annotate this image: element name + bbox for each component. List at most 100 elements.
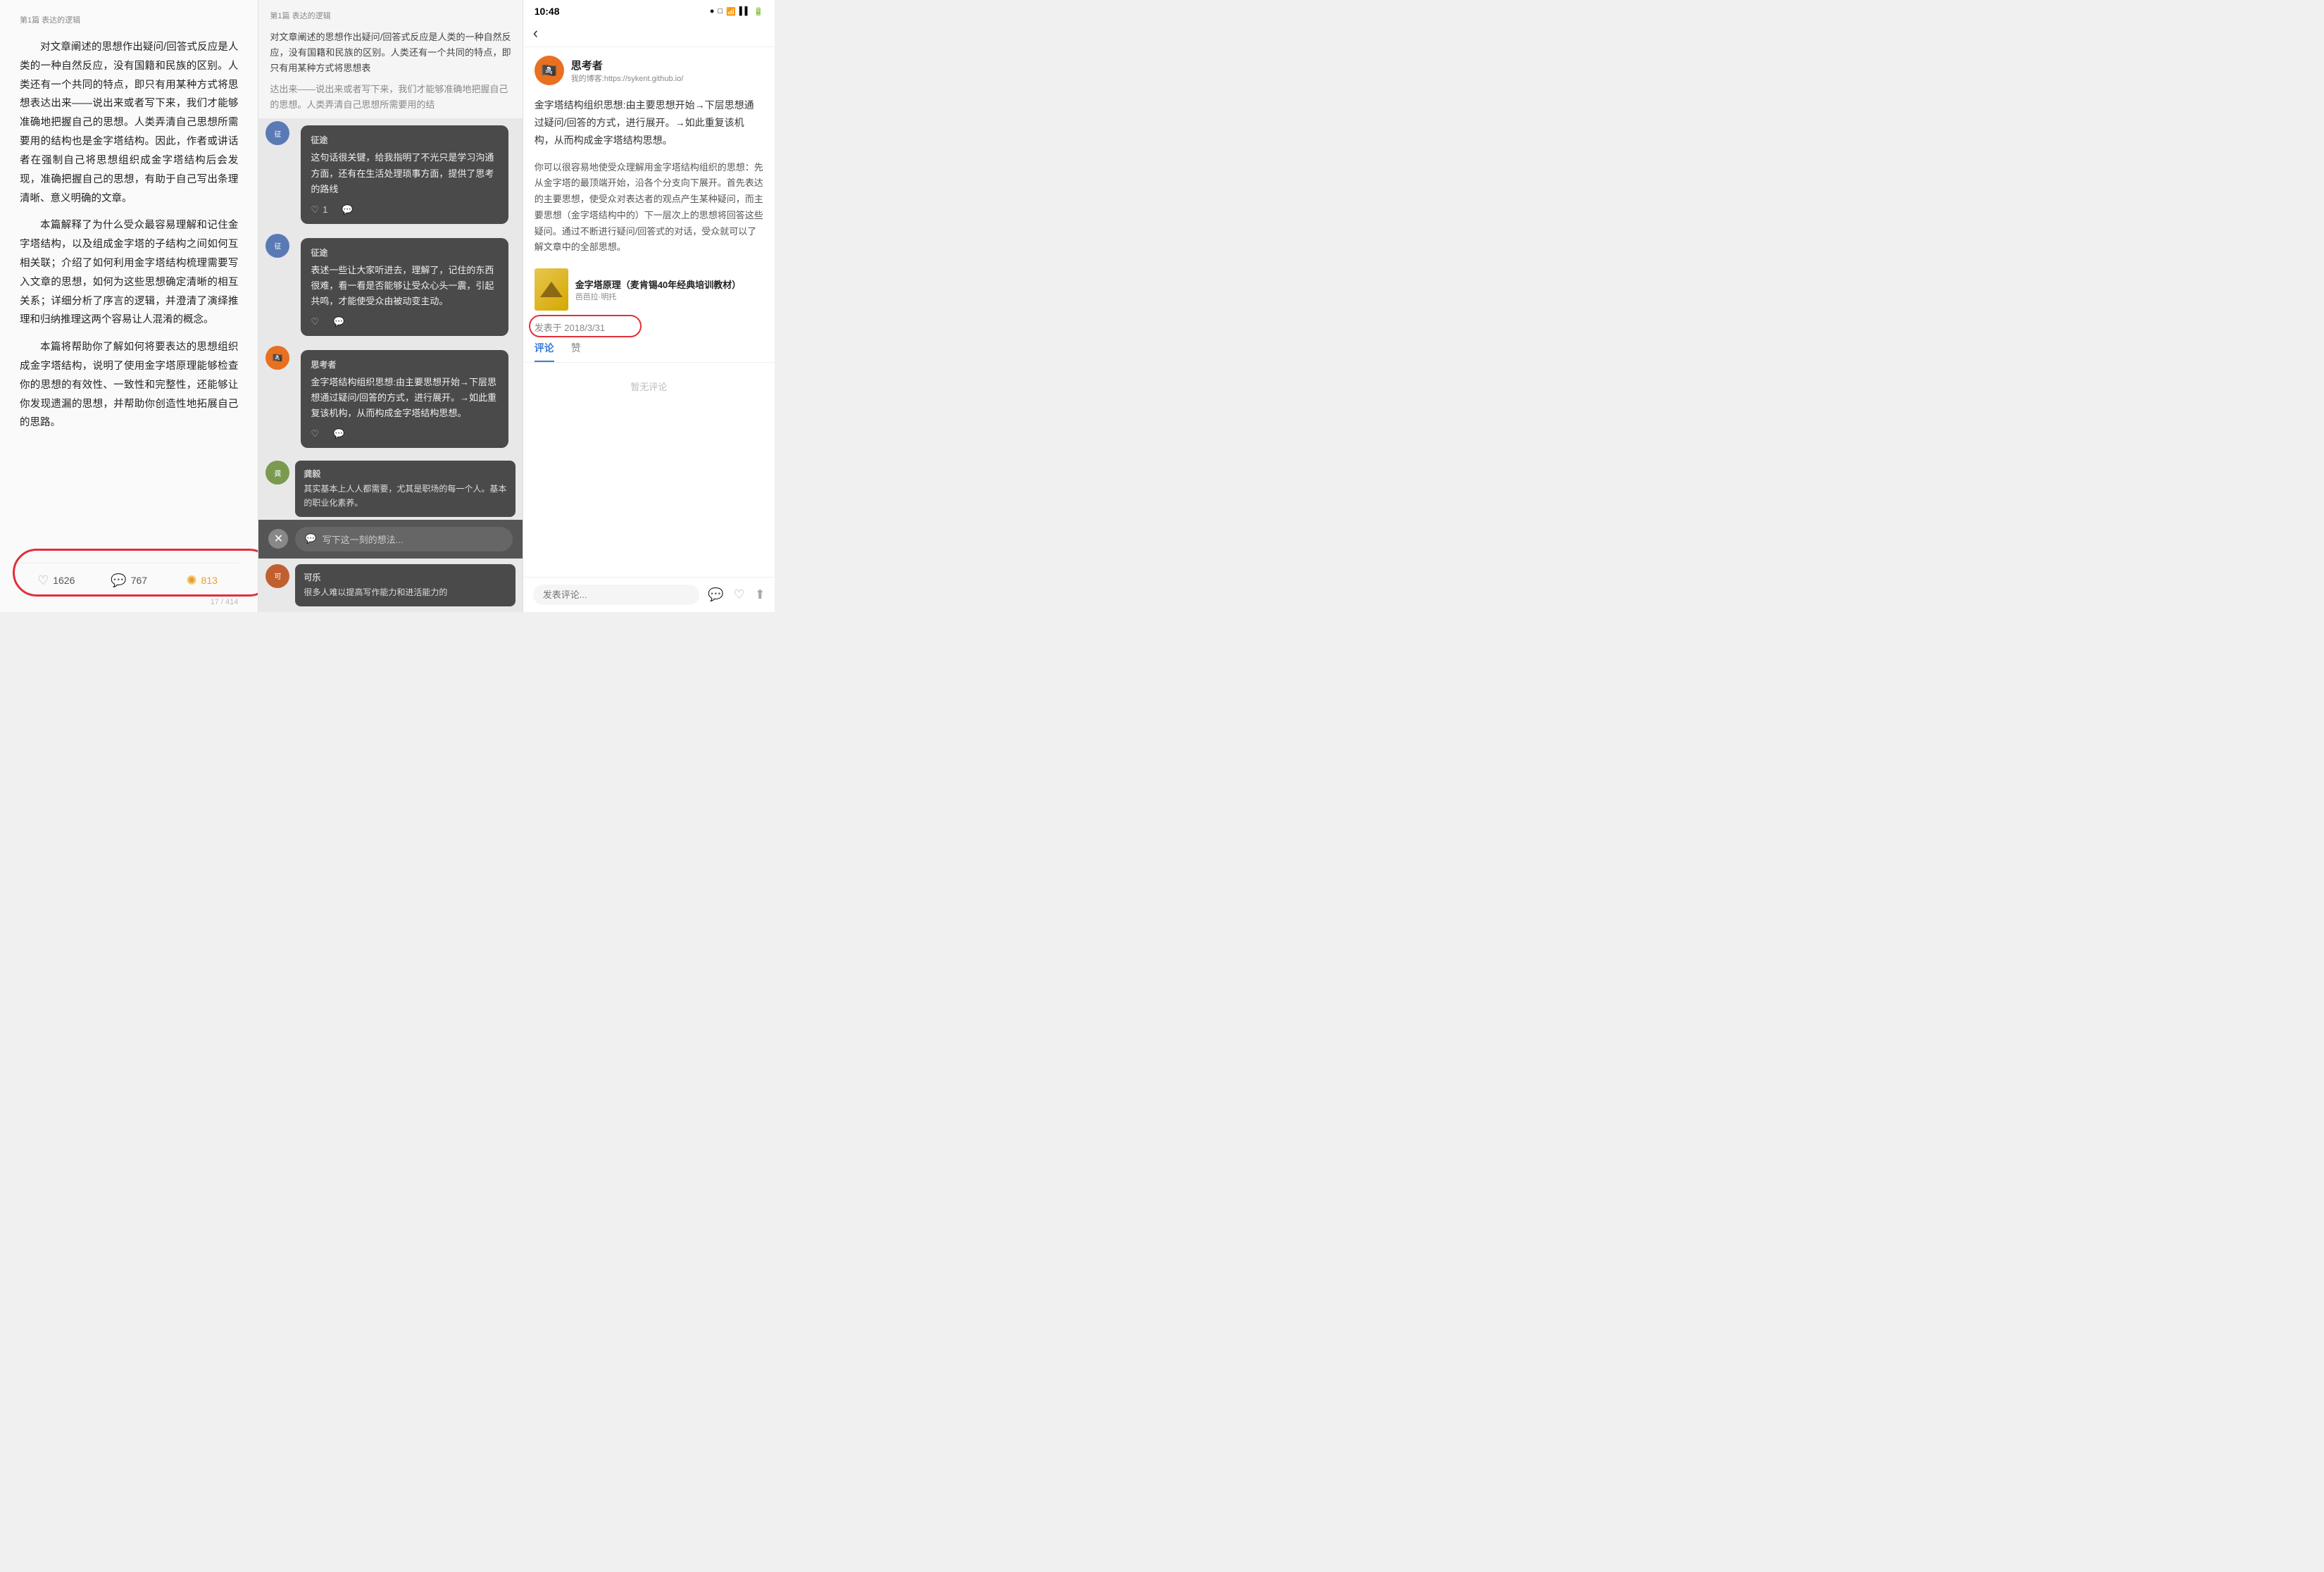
avatar-bottom: 龚 <box>265 461 289 485</box>
comment-actions-2: ♡ 💬 <box>311 316 498 328</box>
action-icons: 💬 ♡ ⬆ <box>708 587 766 602</box>
input-placeholder: 写下这一刻的想法... <box>323 532 404 546</box>
author-info: 思考者 我的博客:https://sykent.github.io/ <box>571 58 684 84</box>
left-panel: 第1篇 表达的逻辑 对文章阐述的思想作出疑问/回答式反应是人类的一种自然反应，没… <box>0 0 258 612</box>
comment-input[interactable] <box>533 585 699 605</box>
comment-actions-3: ♡ 💬 <box>311 428 498 439</box>
comment-card-2[interactable]: 征途 表述一些让大家听进去，理解了，记住的东西很难，看一看是否能够让受众心头一震… <box>301 238 508 336</box>
avatar-kele: 可 <box>265 564 289 588</box>
bottom-comment-author: 龚毅 <box>304 468 506 480</box>
right-sub-text: 你可以很容易地使受众理解用金字塔结构组织的思想：先从金字塔的最顶端开始，沿各个分… <box>535 162 763 253</box>
close-button[interactable]: ✕ <box>268 529 288 549</box>
status-time: 10:48 <box>535 6 560 17</box>
like-action-2[interactable]: ♡ <box>311 316 319 328</box>
heart-action-icon[interactable]: ♡ <box>733 587 744 602</box>
comment-item-2: 征 征途 表述一些让大家听进去，理解了，记住的东西很难，看一看是否能够让受众心头… <box>258 231 522 343</box>
author-blog: 我的博客:https://sykent.github.io/ <box>571 73 684 84</box>
comment-text-3: 金字塔结构组织思想:由主要思想开始→下层思想通过疑问/回答的方式，进行展开。→如… <box>311 375 498 421</box>
signal-icon: ▌▌ <box>739 7 751 15</box>
share-icon: ✺ <box>186 573 196 588</box>
author-name: 思考者 <box>571 58 684 73</box>
share-action-icon[interactable]: ⬆ <box>755 587 766 602</box>
content-tabs: 评论 赞 <box>523 338 775 363</box>
bottom-comment-2-text: 很多人难以提高写作能力和进活能力的 <box>304 586 506 599</box>
comment-card-3[interactable]: 思考者 金字塔结构组织思想:由主要思想开始→下层思想通过疑问/回答的方式，进行展… <box>301 350 508 448</box>
right-panel: 10:48 ● □ 📶 ▌▌ 🔋 ‹ 🏴‍☠️ 思考者 我的博客:https:/… <box>523 0 775 612</box>
right-main-text: 金字塔结构组织思想:由主要思想开始→下层思想通过疑问/回答的方式，进行展开。→如… <box>535 99 754 146</box>
like-count-1: 1 <box>323 204 327 215</box>
reply-icon-1: 💬 <box>342 204 353 216</box>
comment-author-3: 思考者 <box>311 358 498 370</box>
author-section: 🏴‍☠️ 思考者 我的博客:https://sykent.github.io/ <box>523 47 775 91</box>
bottom-comment-2-section: 可 可乐 很多人难以提高写作能力和进活能力的 <box>258 559 522 612</box>
comment-author-2: 征途 <box>311 247 498 258</box>
comment-item-3: 🏴‍☠️ 思考者 金字塔结构组织思想:由主要思想开始→下层思想通过疑问/回答的方… <box>258 343 522 455</box>
comments-section[interactable]: 💬 767 <box>92 573 165 588</box>
middle-original-text-2: 达出来——说出来或者写下来，我们才能够准确地把握自己的思想。人类弄清自己思想所需… <box>258 82 522 118</box>
left-content: 对文章阐述的思想作出疑问/回答式反应是人类的一种自然反应，没有国籍和民族的区别。… <box>20 38 238 563</box>
comment-input-bar: 💬 ♡ ⬆ <box>523 577 775 612</box>
comment-input-area[interactable]: 💬 写下这一刻的想法... <box>295 527 512 551</box>
comment-author-1: 征途 <box>311 134 498 146</box>
comment-text-2: 表述一些让大家听进去，理解了，记住的东西很难，看一看是否能够让受众心头一震，引起… <box>311 263 498 309</box>
book-section[interactable]: 金字塔原理（麦肯锡40年经典培训教材） 芭芭拉·明托 <box>523 263 775 316</box>
reply-action-1[interactable]: 💬 <box>342 204 353 216</box>
avatar-3: 🏴‍☠️ <box>265 346 289 370</box>
bottom-comment-2-author: 可乐 <box>304 571 506 583</box>
right-main-content: 金字塔结构组织思想:由主要思想开始→下层思想通过疑问/回答的方式，进行展开。→如… <box>523 91 775 156</box>
comment-actions-1: ♡ 1 💬 <box>311 204 498 216</box>
no-comment-text: 暂无评论 <box>523 363 775 410</box>
comment-list: 征 征途 这句话很关键，给我指明了不光只是学习沟通方面，还有在生活处理琐事方面，… <box>258 118 522 611</box>
bottom-comment-2-bubble[interactable]: 可乐 很多人难以提高写作能力和进活能力的 <box>295 564 515 606</box>
publish-date: 发表于 2018/3/31 <box>535 323 605 333</box>
right-sub-content: 你可以很容易地使受众理解用金字塔结构组织的思想：先从金字塔的最顶端开始，沿各个分… <box>523 156 775 263</box>
reply-action-3[interactable]: 💬 <box>333 428 344 439</box>
notification-icon: ● <box>710 7 715 15</box>
status-bar: 10:48 ● □ 📶 ▌▌ 🔋 <box>523 0 775 20</box>
paragraph-3: 本篇将帮助你了解如何将要表达的思想组织成金字塔结构，说明了使用金字塔原理能够检查… <box>20 338 238 432</box>
shares-count: 813 <box>201 575 218 586</box>
back-button[interactable]: ‹ <box>533 24 538 42</box>
battery-icon: □ <box>718 7 723 15</box>
middle-breadcrumb: 第1篇 表达的逻辑 <box>258 0 522 21</box>
middle-original-text-1: 对文章阐述的思想作出疑问/回答式反应是人类的一种自然反应，没有国籍和民族的区别。… <box>258 21 522 82</box>
comment-item-1: 征 征途 这句话很关键，给我指明了不光只是学习沟通方面，还有在生活处理琐事方面，… <box>258 118 522 230</box>
likes-count: 1626 <box>53 575 75 586</box>
heart-icon-1: ♡ <box>311 204 319 216</box>
comment-action-icon[interactable]: 💬 <box>708 587 723 602</box>
battery-full-icon: 🔋 <box>754 7 763 16</box>
chat-icon: 💬 <box>305 533 316 544</box>
avatar-1: 征 <box>265 121 289 145</box>
like-action-3[interactable]: ♡ <box>311 428 319 439</box>
book-cover <box>535 268 568 311</box>
reply-icon-2: 💬 <box>333 316 344 328</box>
left-breadcrumb: 第1篇 表达的逻辑 <box>20 14 238 25</box>
tab-likes[interactable]: 赞 <box>571 341 581 362</box>
pyramid-icon <box>540 282 563 297</box>
paragraph-1: 对文章阐述的思想作出疑问/回答式反应是人类的一种自然反应，没有国籍和民族的区别。… <box>20 38 238 208</box>
tab-comments[interactable]: 评论 <box>535 341 554 362</box>
middle-panel: 第1篇 表达的逻辑 对文章阐述的思想作出疑问/回答式反应是人类的一种自然反应，没… <box>258 0 522 612</box>
top-nav: ‹ <box>523 20 775 47</box>
bottom-comment-text: 其实基本上人人都需要，尤其是职场的每一个人。基本的职业化素养。 <box>304 482 506 509</box>
heart-icon: ♡ <box>37 573 49 588</box>
comments-count: 767 <box>131 575 147 586</box>
book-title: 金字塔原理（麦肯锡40年经典培训教材） <box>575 277 741 291</box>
middle-input-bar: ✕ 💬 写下这一刻的想法... <box>258 520 522 559</box>
book-subtitle: 芭芭拉·明托 <box>575 291 741 302</box>
book-info: 金字塔原理（麦肯锡40年经典培训教材） 芭芭拉·明托 <box>575 277 741 302</box>
like-action-1[interactable]: ♡ 1 <box>311 204 327 216</box>
comment-icon: 💬 <box>111 573 126 588</box>
reply-action-2[interactable]: 💬 <box>333 316 344 328</box>
wifi-icon: 📶 <box>726 7 736 16</box>
heart-icon-2: ♡ <box>311 316 319 328</box>
comment-card-1[interactable]: 征途 这句话很关键，给我指明了不光只是学习沟通方面，还有在生活处理琐事方面，提供… <box>301 125 508 223</box>
avatar-2: 征 <box>265 234 289 258</box>
paragraph-2: 本篇解释了为什么受众最容易理解和记住金字塔结构，以及组成金字塔的子结构之间如何互… <box>20 216 238 330</box>
likes-section[interactable]: ♡ 1626 <box>20 573 92 588</box>
footer-bar: ♡ 1626 💬 767 ✺ 813 <box>20 563 238 598</box>
comment-text-1: 这句话很关键，给我指明了不光只是学习沟通方面，还有在生活处理琐事方面，提供了思考… <box>311 150 498 196</box>
bottom-comment-bubble[interactable]: 龚毅 其实基本上人人都需要，尤其是职场的每一个人。基本的职业化素养。 <box>295 461 515 516</box>
shares-section[interactable]: ✺ 813 <box>165 573 238 588</box>
date-section: 发表于 2018/3/31 <box>523 316 775 338</box>
